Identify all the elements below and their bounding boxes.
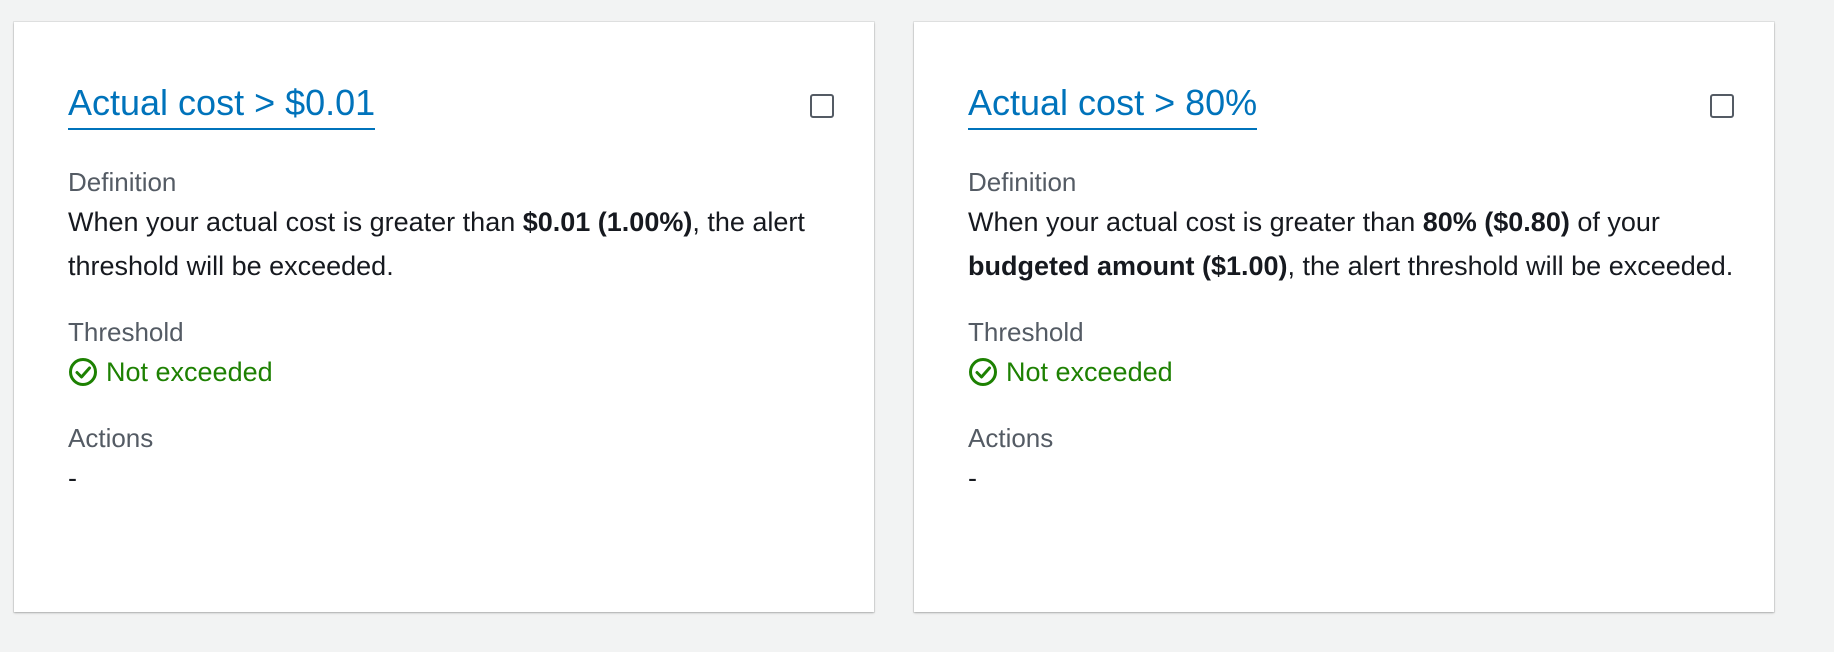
alert-card-1-checkbox[interactable] (810, 94, 834, 118)
threshold-status-text: Not exceeded (1006, 357, 1173, 387)
definition-text: When your actual cost is greater than $0… (68, 200, 834, 288)
definition-percent: 80% ($0.80) (1422, 207, 1570, 237)
alert-card-2-checkbox[interactable] (1710, 94, 1734, 118)
alert-card-2-title-link[interactable]: Actual cost > 80% (968, 80, 1258, 130)
actions-label: Actions (68, 423, 154, 453)
alert-card-1-title-link[interactable]: Actual cost > $0.01 (68, 80, 376, 130)
definition-text-part: When your actual cost is greater than (968, 207, 1423, 237)
threshold-status: Not exceeded (68, 350, 834, 394)
threshold-label: Threshold (968, 317, 1084, 347)
definition-budget-amount: budgeted amount ($1.00) (968, 251, 1288, 281)
alert-card-1: Actual cost > $0.01 Definition When your… (14, 22, 874, 612)
actions-value: - (968, 463, 977, 493)
definition-section: Definition When your actual cost is grea… (968, 164, 1734, 288)
definition-text-part: When your actual cost is greater than (68, 207, 523, 237)
definition-label: Definition (68, 167, 177, 197)
threshold-section: Threshold Not exceeded (968, 314, 1734, 394)
definition-text-part: of your (1569, 207, 1660, 237)
definition-text-part: , the alert threshold will be exceeded. (1287, 251, 1734, 281)
actions-label: Actions (968, 423, 1054, 453)
threshold-status-text: Not exceeded (106, 357, 273, 387)
threshold-label: Threshold (68, 317, 184, 347)
threshold-status: Not exceeded (968, 350, 1734, 394)
definition-text: When your actual cost is greater than 80… (968, 200, 1734, 288)
check-circle-icon (69, 358, 97, 386)
definition-amount: $0.01 (1.00%) (522, 207, 693, 237)
alert-card-2: Actual cost > 80% Definition When your a… (914, 22, 1774, 612)
definition-section: Definition When your actual cost is grea… (68, 164, 834, 288)
actions-section: Actions - (68, 420, 834, 500)
threshold-section: Threshold Not exceeded (68, 314, 834, 394)
actions-value: - (68, 463, 77, 493)
check-circle-icon (969, 358, 997, 386)
actions-section: Actions - (968, 420, 1734, 500)
definition-label: Definition (968, 167, 1077, 197)
